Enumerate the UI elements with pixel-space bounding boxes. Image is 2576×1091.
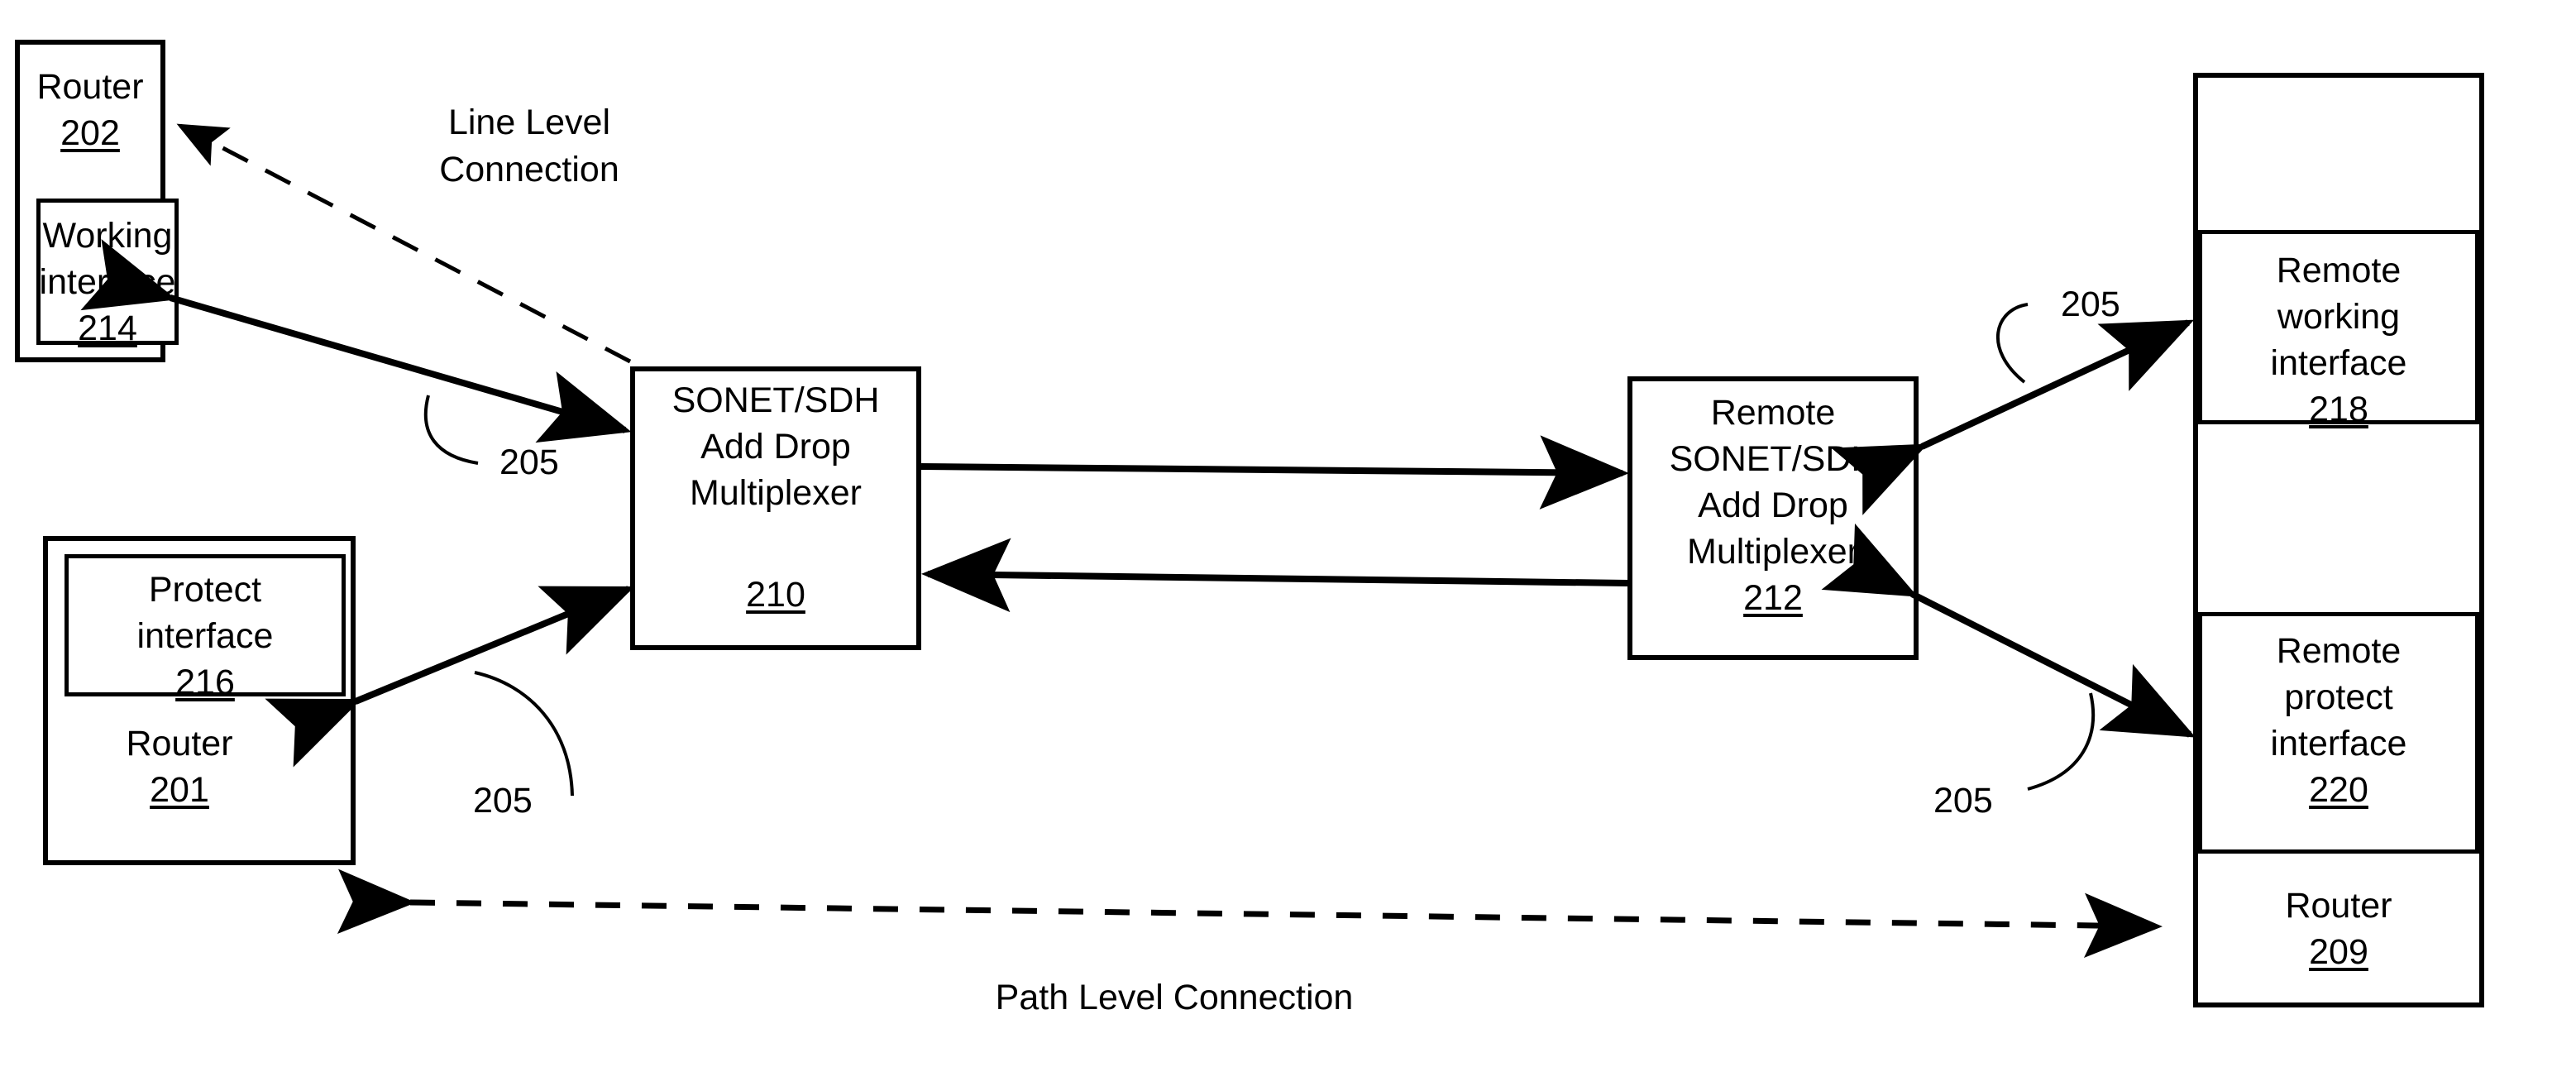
adm-212-label: Remote SONET/SDH Add Drop Multiplexer 21…: [1627, 390, 1919, 621]
remote-working-interface-ref: 218: [2309, 389, 2368, 429]
leader-205-working: [423, 395, 479, 465]
callout-205-remote-protect: 205: [1933, 781, 1993, 821]
figure-canvas: Router 202 Working interface 214 Protect…: [0, 0, 2576, 1091]
router-201-title: Router: [126, 724, 233, 763]
adm-212-title-2: SONET/SDH: [1669, 438, 1877, 479]
working-interface-to-adm-arrow: [80, 239, 632, 443]
working-interface-label: Working interface 214: [36, 213, 179, 352]
callout-205-remote-working: 205: [2061, 285, 2120, 324]
router-201-ref: 201: [150, 769, 209, 810]
router-202-title: Router: [36, 67, 144, 107]
adm212-to-adm210-arrow: [921, 538, 1628, 613]
router-209-ref: 209: [2309, 931, 2368, 972]
adm-210-title-2: Add Drop: [700, 426, 851, 467]
protect-interface-title-1: Protect: [148, 570, 262, 610]
adm212-to-remote-protect-arrow: [1821, 523, 2196, 738]
working-interface-ref: 214: [78, 308, 137, 348]
connector-layer: [80, 123, 2196, 958]
remote-working-interface-title-3: interface: [2270, 342, 2407, 383]
router-202-ref: 202: [60, 112, 120, 153]
adm-212-title-3: Add Drop: [1698, 485, 1848, 525]
path-level-connection-label: Path Level Connection: [910, 974, 1439, 1022]
line-level-connection-line-1: Line Level: [447, 103, 611, 142]
leader-205-protect: [474, 671, 574, 797]
protect-interface-ref: 216: [175, 662, 235, 702]
protect-interface-to-adm-arrow: [265, 586, 635, 768]
router-209-label: Router 209: [2193, 883, 2484, 976]
adm-212-title-1: Remote: [1710, 393, 1836, 433]
path-level-connection-arrow: [337, 868, 2163, 958]
line-level-connection-label: Line Level Connection: [397, 99, 662, 194]
remote-working-interface-title-2: working: [2277, 296, 2401, 337]
adm-212-title-4: Multiplexer: [1687, 531, 1859, 572]
adm-210-title-1: SONET/SDH: [671, 380, 880, 420]
line-level-connection-line-2: Connection: [439, 149, 619, 189]
remote-working-interface-title-1: Remote: [2276, 251, 2402, 290]
protect-interface-label: Protect interface 216: [65, 567, 346, 706]
remote-protect-interface-title-1: Remote: [2276, 631, 2402, 671]
working-interface-title-1: Working: [42, 216, 173, 256]
working-interface-title-2: interface: [39, 261, 176, 302]
leader-205-remote-working: [1995, 303, 2029, 384]
callout-205-protect: 205: [473, 781, 533, 821]
remote-protect-interface-title-3: interface: [2270, 723, 2407, 763]
callout-205-working: 205: [499, 443, 559, 482]
path-level-connection-text: Path Level Connection: [995, 978, 1354, 1017]
adm-210-title-3: Multiplexer: [690, 472, 862, 513]
router-209-title: Router: [2285, 886, 2392, 926]
remote-protect-interface-label: Remote protect interface 220: [2198, 629, 2479, 814]
leader-205-remote-protect: [2027, 692, 2096, 791]
remote-protect-interface-ref: 220: [2309, 769, 2368, 810]
adm-212-ref: 212: [1743, 577, 1803, 618]
adm-210-label: SONET/SDH Add Drop Multiplexer: [630, 378, 921, 517]
protect-interface-title-2: interface: [136, 615, 274, 656]
router-202-label: Router 202: [15, 65, 165, 157]
adm-210-ref: 210: [746, 575, 805, 615]
adm-210-ref-wrap: 210: [630, 572, 921, 619]
remote-protect-interface-title-2: protect: [2284, 677, 2393, 717]
router-209-box: [2193, 73, 2484, 1007]
remote-working-interface-label: Remote working interface 218: [2198, 248, 2479, 433]
adm210-to-adm212-arrow: [920, 435, 1629, 510]
adm212-to-remote-working-arrow: [1831, 319, 2195, 515]
router-201-label: Router 201: [43, 721, 316, 814]
